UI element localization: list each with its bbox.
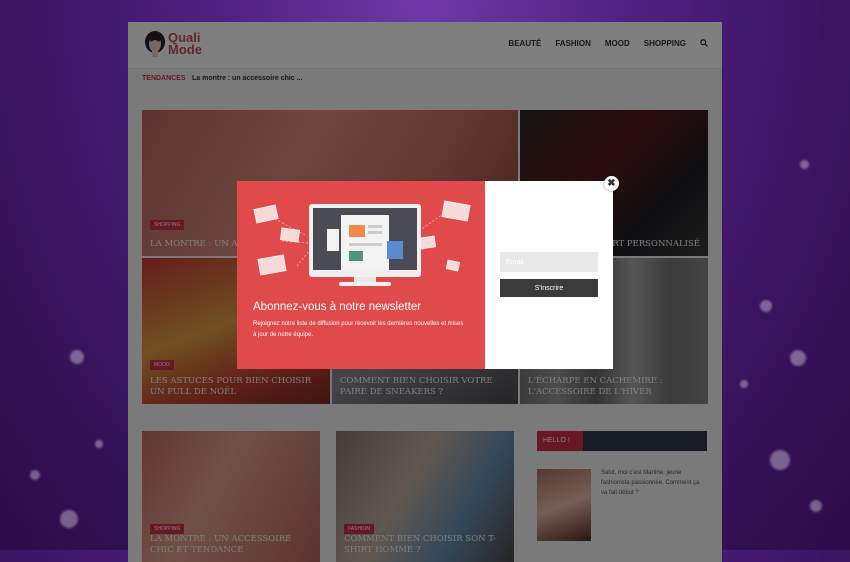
bokeh-light bbox=[790, 350, 806, 366]
bokeh-light bbox=[740, 380, 748, 388]
bokeh-light bbox=[760, 300, 772, 312]
bokeh-light bbox=[60, 510, 78, 528]
subscribe-button[interactable]: S'inscrire bbox=[500, 279, 598, 297]
bokeh-light bbox=[810, 500, 822, 512]
bokeh-light bbox=[30, 470, 40, 480]
bokeh-light bbox=[95, 440, 103, 448]
bokeh-light bbox=[770, 450, 790, 470]
bokeh-light bbox=[70, 350, 84, 364]
newsletter-popup: Abonnez-vous à notre newsletter Rejoigne… bbox=[237, 181, 613, 369]
bokeh-light bbox=[800, 160, 809, 169]
close-icon[interactable]: ✖ bbox=[604, 176, 619, 191]
email-field[interactable] bbox=[500, 252, 598, 272]
popup-subtitle: Rejoignez notre liste de diffusion pour … bbox=[253, 321, 464, 338]
newsletter-illustration-icon bbox=[253, 200, 471, 286]
popup-title: Abonnez-vous à notre newsletter bbox=[253, 301, 422, 313]
popup-illustration-panel: Abonnez-vous à notre newsletter Rejoigne… bbox=[237, 181, 485, 369]
